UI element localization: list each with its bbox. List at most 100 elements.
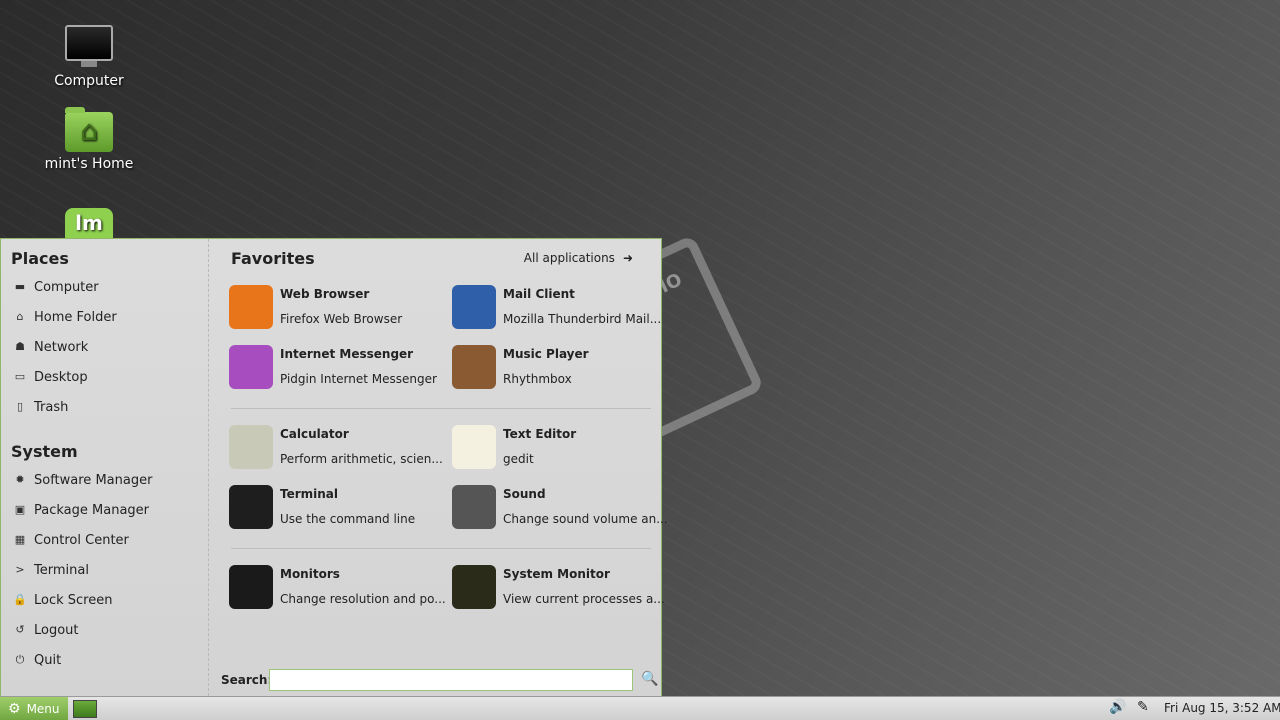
menu-item-label: Logout [34,622,79,638]
menu-item-label: Quit [34,652,62,668]
gear-icon: ⚙ [8,701,21,717]
favorite-mail-client[interactable]: Mail Client Mozilla Thunderbird Mail... [452,281,672,335]
all-applications-label: All applications [523,251,615,265]
desktop-icon-label: mint's Home [44,156,134,172]
terminal-icon: > [15,563,25,576]
menu-item-lock-screen[interactable]: 🔒 Lock Screen [1,585,208,615]
all-applications-button[interactable]: All applications ➜ [524,251,633,265]
places-list: ▬ Computer ⌂ Home Folder ☗ Network ▭ Desktop ▯ Tr… [1,272,208,422]
favorite-name: Terminal [280,487,339,501]
menu-item-desktop[interactable]: ▭ Desktop [1,362,208,392]
menu-item-trash[interactable]: ▯ Trash [1,392,208,422]
favorite-name: Music Player [503,347,589,361]
favorite-description: Change resolution and po... [280,592,446,606]
menu-item-logout[interactable]: ↺ Logout [1,615,208,645]
favorites-title: Favorites [231,249,315,268]
favorite-description: Rhythmbox [503,372,572,386]
favorite-name: System Monitor [503,567,610,581]
favorite-description: Pidgin Internet Messenger [280,372,437,386]
computer-icon: ▬ [14,280,26,293]
menu-left-pane: Places ▬ Computer ⌂ Home Folder ☗ Network ▭ Des… [1,239,209,696]
terminal-icon [229,485,273,529]
desktop-icon-label: Computer [54,73,124,89]
home-folder-icon [65,107,113,152]
system-title: System [11,442,78,461]
places-title: Places [11,249,69,268]
desktop-icon-mint[interactable]: lm [39,208,139,238]
sound-icon [452,485,496,529]
menu-item-terminal[interactable]: > Terminal [1,555,208,585]
search-icon[interactable]: 🔍 [641,671,658,687]
menu-item-label: Control Center [34,532,129,548]
menu-item-label: Desktop [34,369,88,385]
menu-item-label: Computer [34,279,99,295]
lock-icon: 🔒 [13,593,27,606]
main-menu: Places ▬ Computer ⌂ Home Folder ☗ Network ▭ Des… [0,238,668,696]
network-icon: ☗ [15,340,25,353]
menu-item-label: Terminal [34,562,89,578]
package-manager-icon: ▣ [14,503,26,516]
menu-item-home-folder[interactable]: ⌂ Home Folder [1,302,208,332]
favorite-web-browser[interactable]: Web Browser Firefox Web Browser [229,281,449,335]
search-label: Search: [221,673,273,687]
favorite-name: Monitors [280,567,340,581]
favorite-terminal[interactable]: Terminal Use the command line [229,481,449,535]
favorite-name: Calculator [280,427,349,441]
show-desktop-button[interactable] [73,700,97,718]
menu-item-label: Trash [34,399,69,415]
software-manager-icon: ✹ [15,473,25,486]
favorite-name: Web Browser [280,287,370,301]
power-icon: ⏻ [15,653,25,666]
clock[interactable]: Fri Aug 15, 3:52 AM [1164,701,1280,715]
menu-button[interactable]: ⚙ Menu [0,697,68,720]
favorite-internet-messenger[interactable]: Internet Messenger Pidgin Internet Messen… [229,341,449,395]
volume-icon[interactable]: 🔊 [1109,699,1126,715]
desktop-icon-home[interactable]: mint's Home [39,107,139,172]
favorite-name: Sound [503,487,546,501]
favorite-sound[interactable]: Sound Change sound volume an... [452,481,672,535]
favorite-description: Mozilla Thunderbird Mail... [503,312,662,326]
menu-item-label: Lock Screen [34,592,113,608]
search-input[interactable] [269,669,633,691]
desktop-icon-computer[interactable]: Computer [39,25,139,89]
menu-item-computer[interactable]: ▬ Computer [1,272,208,302]
menu-item-control-center[interactable]: ▦ Control Center [1,525,208,555]
monitors-icon [229,565,273,609]
favorite-music-player[interactable]: Music Player Rhythmbox [452,341,672,395]
menu-right-pane: Favorites All applications ➜ Web Browser F… [211,239,668,696]
menu-button-label: Menu [26,702,60,716]
system-list: ✹ Software Manager ▣ Package Manager ▦ Contro… [1,465,208,675]
favorite-description: Change sound volume an... [503,512,668,526]
system-monitor-icon [452,565,496,609]
arrow-right-icon: ➜ [622,251,633,265]
menu-item-software-manager[interactable]: ✹ Software Manager [1,465,208,495]
separator [231,408,651,409]
menu-item-label: Network [34,339,89,355]
favorite-name: Text Editor [503,427,577,441]
menu-item-package-manager[interactable]: ▣ Package Manager [1,495,208,525]
mint-logo-icon: lm [65,208,113,238]
menu-item-label: Package Manager [34,502,150,518]
computer-icon [65,25,113,67]
favorite-name: Internet Messenger [280,347,414,361]
separator [231,548,651,549]
favorite-description: Perform arithmetic, scien... [280,452,443,466]
menu-item-quit[interactable]: ⏻ Quit [1,645,208,675]
favorite-description: View current processes a... [503,592,665,606]
network-icon[interactable]: ✎ [1137,699,1149,715]
trash-icon: ▯ [16,400,24,413]
favorite-description: Use the command line [280,512,416,526]
favorite-system-monitor[interactable]: System Monitor View current processes a..… [452,561,672,615]
menu-item-network[interactable]: ☗ Network [1,332,208,362]
home-icon: ⌂ [16,310,24,323]
favorite-text-editor[interactable]: Text Editor gedit [452,421,672,475]
logout-icon: ↺ [15,623,25,636]
bottom-panel: ⚙ Menu 🔊 ✎ Fri Aug 15, 3:52 AM [0,696,1280,720]
rhythmbox-icon [452,345,496,389]
favorite-monitors[interactable]: Monitors Change resolution and po... [229,561,449,615]
firefox-icon [229,285,273,329]
menu-item-label: Home Folder [34,309,117,325]
favorite-name: Mail Client [503,287,575,301]
favorite-description: Firefox Web Browser [280,312,403,326]
favorite-calculator[interactable]: Calculator Perform arithmetic, scien... [229,421,449,475]
